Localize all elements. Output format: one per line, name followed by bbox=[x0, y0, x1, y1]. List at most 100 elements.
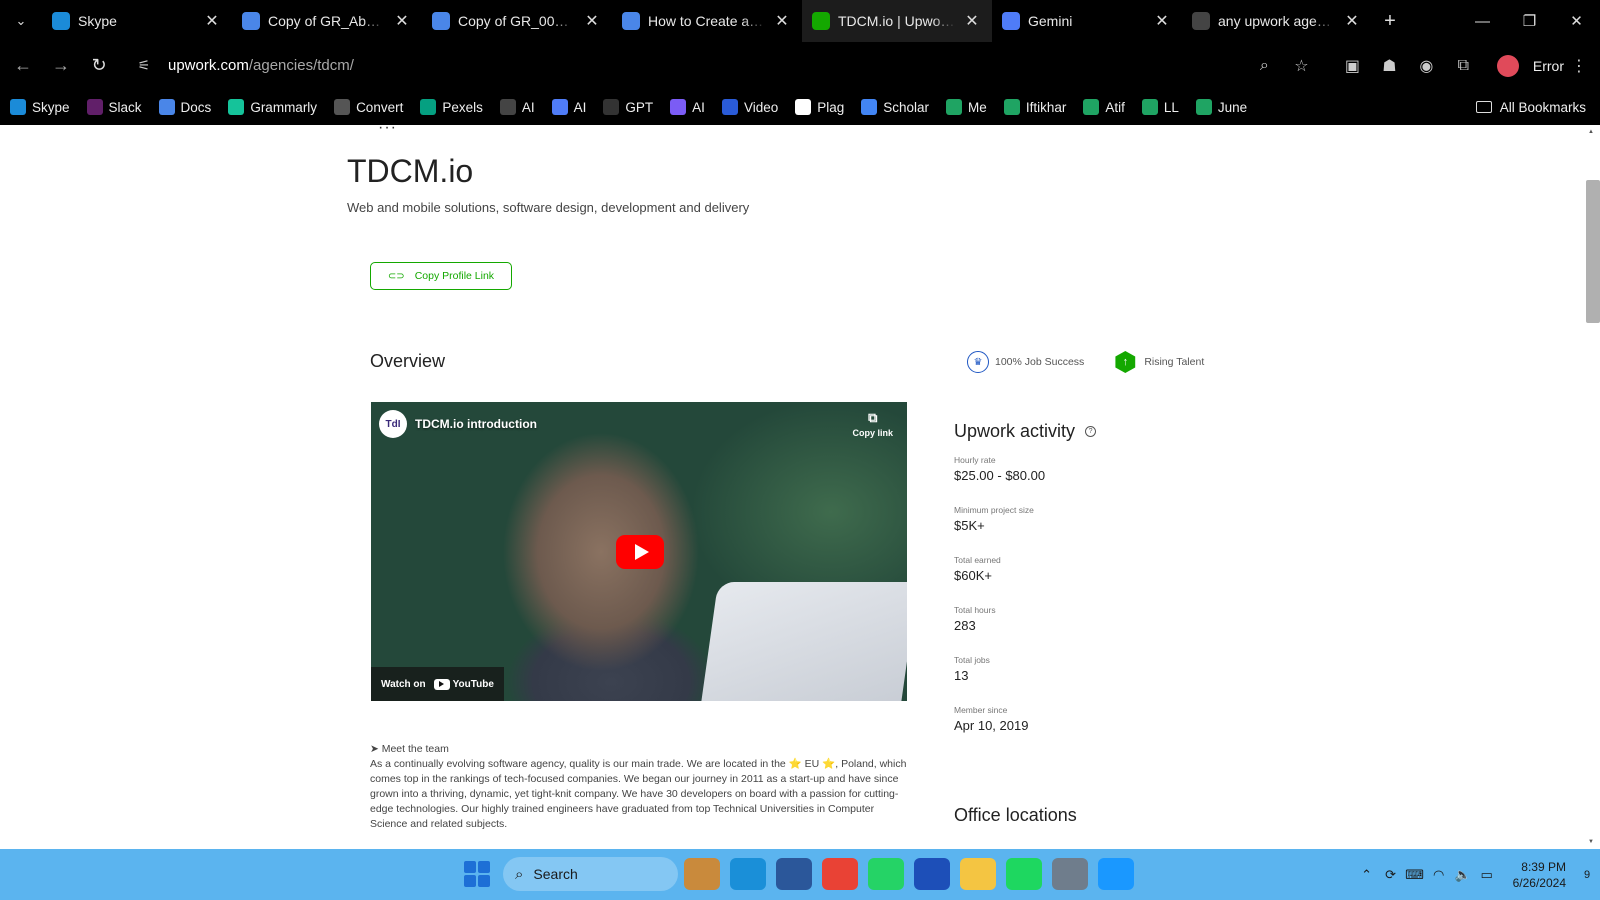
bookmark-item[interactable]: Convert bbox=[334, 99, 403, 115]
overview-heading: Overview bbox=[370, 351, 446, 371]
stat-label: Total earned bbox=[954, 555, 1001, 565]
chevron-up-icon[interactable]: ⌃ bbox=[1355, 867, 1379, 883]
tab-title: TDCM.io | Upwork Co bbox=[838, 13, 956, 29]
back-icon[interactable]: ← bbox=[4, 47, 42, 85]
bookmark-item[interactable]: AI bbox=[499, 99, 535, 115]
battery-icon[interactable]: ▭ bbox=[1475, 867, 1499, 883]
scrollbar-thumb[interactable] bbox=[1586, 180, 1600, 323]
play-button[interactable] bbox=[616, 535, 664, 569]
scroll-up-icon[interactable]: ▲ bbox=[1588, 129, 1594, 135]
spotify-app-icon[interactable] bbox=[1006, 858, 1042, 890]
zoom-icon[interactable]: ⌕ bbox=[1246, 47, 1283, 84]
bookmark-item[interactable]: Video bbox=[721, 99, 778, 115]
file-explorer-app-icon[interactable] bbox=[960, 858, 996, 890]
close-tab-icon[interactable]: ✕ bbox=[1152, 11, 1172, 31]
bookmark-label: AI bbox=[573, 99, 587, 115]
notification-count[interactable]: 9 bbox=[1574, 869, 1600, 881]
browser-tab[interactable]: any upwork agency p ✕ bbox=[1182, 0, 1372, 42]
file-explorer-widget-app-icon[interactable] bbox=[684, 858, 720, 890]
keyboard-icon[interactable]: ⌨ bbox=[1403, 867, 1427, 883]
bookmark-item[interactable]: Docs bbox=[158, 99, 212, 115]
browser-toolbar: ← → ↻ ⚟ upwork.com/agencies/tdcm/ ⌕ ☆ ▣ … bbox=[0, 42, 1600, 89]
browser-tab[interactable]: Skype ✕ bbox=[42, 0, 232, 42]
stat-label: Total hours bbox=[954, 605, 996, 615]
error-button[interactable]: Error bbox=[1533, 58, 1564, 74]
address-bar[interactable]: ⚟ upwork.com/agencies/tdcm/ bbox=[128, 48, 1208, 82]
tab-search-chevron-icon[interactable]: ⌄ bbox=[0, 0, 42, 42]
close-tab-icon[interactable]: ✕ bbox=[582, 11, 602, 31]
volume-icon[interactable]: 🔈 bbox=[1451, 867, 1475, 883]
wifi-icon[interactable]: ◠ bbox=[1427, 867, 1451, 883]
word-app-icon[interactable] bbox=[776, 858, 812, 890]
edge-app-icon[interactable] bbox=[730, 858, 766, 890]
site-info-icon[interactable]: ⚟ bbox=[128, 57, 160, 74]
bookmark-item[interactable]: Plag bbox=[795, 99, 844, 115]
bookmark-favicon-icon bbox=[1195, 99, 1212, 115]
close-window-icon[interactable]: ✕ bbox=[1553, 0, 1600, 42]
taskbar-search[interactable]: ⌕ Search bbox=[503, 857, 678, 891]
menu-kebab-icon[interactable]: ⋮ bbox=[1568, 47, 1590, 84]
extensions-puzzle-icon[interactable]: ⧉ bbox=[1445, 47, 1482, 84]
close-tab-icon[interactable]: ✕ bbox=[772, 11, 792, 31]
reload-icon[interactable]: ↻ bbox=[80, 47, 118, 85]
overview-description: ➤ Meet the team As a continually evolvin… bbox=[370, 742, 910, 832]
browser-tab[interactable]: TDCM.io | Upwork Co ✕ bbox=[802, 0, 992, 42]
extension-eyes-icon[interactable]: ◉ bbox=[1408, 47, 1445, 84]
new-tab-button[interactable]: + bbox=[1372, 0, 1408, 42]
bookmark-item[interactable]: Atif bbox=[1083, 99, 1125, 115]
extension-robot-icon[interactable]: ☗ bbox=[1371, 47, 1408, 84]
bookmark-item[interactable]: GPT bbox=[603, 99, 653, 115]
browser-tab[interactable]: Copy of GR_0002_Ho ✕ bbox=[422, 0, 612, 42]
bookmark-item[interactable]: Me bbox=[946, 99, 987, 115]
help-icon[interactable]: ? bbox=[1085, 426, 1097, 437]
intro-video-embed[interactable]: TdI TDCM.io introduction ⧉ Copy link Wat… bbox=[371, 402, 907, 701]
gemini-icon bbox=[1002, 12, 1020, 30]
chrome-app-icon[interactable] bbox=[822, 858, 858, 890]
channel-avatar[interactable]: TdI bbox=[379, 410, 407, 438]
watch-on-youtube-button[interactable]: Watch on YouTube bbox=[371, 667, 504, 701]
page-scrollbar[interactable]: ▲ ▼ bbox=[1584, 125, 1600, 849]
all-bookmarks-button[interactable]: All Bookmarks bbox=[1475, 89, 1586, 125]
forward-icon[interactable]: → bbox=[42, 47, 80, 85]
bookmark-item[interactable]: Grammarly bbox=[228, 99, 317, 115]
camera-app-icon[interactable] bbox=[1052, 858, 1088, 890]
bookmark-label: Docs bbox=[180, 99, 212, 115]
clock[interactable]: 8:39 PM 6/26/2024 bbox=[1513, 859, 1566, 891]
video-title[interactable]: TDCM.io introduction bbox=[415, 417, 537, 431]
bookmark-item[interactable]: AI bbox=[670, 99, 705, 115]
bookmark-item[interactable]: LL bbox=[1141, 99, 1179, 115]
bookmark-item[interactable]: Pexels bbox=[420, 99, 483, 115]
copy-profile-link-button[interactable]: ⊂⊃ Copy Profile Link bbox=[370, 262, 512, 290]
store-app-icon[interactable] bbox=[914, 858, 950, 890]
close-tab-icon[interactable]: ✕ bbox=[1342, 11, 1362, 31]
bookmark-favicon-icon bbox=[158, 99, 175, 115]
bookmark-item[interactable]: Slack bbox=[86, 99, 142, 115]
scroll-down-icon[interactable]: ▼ bbox=[1588, 839, 1594, 845]
close-tab-icon[interactable]: ✕ bbox=[392, 11, 412, 31]
minimize-icon[interactable]: — bbox=[1459, 0, 1506, 42]
tab-title: any upwork agency p bbox=[1218, 13, 1336, 29]
bookmark-star-icon[interactable]: ☆ bbox=[1283, 47, 1320, 84]
whatsapp-app-icon[interactable] bbox=[868, 858, 904, 890]
restore-icon[interactable]: ❐ bbox=[1506, 0, 1553, 42]
windows-start-icon[interactable] bbox=[464, 861, 490, 887]
prime-video-app-icon[interactable] bbox=[1098, 858, 1134, 890]
side-panel-icon[interactable]: ▣ bbox=[1334, 47, 1371, 84]
close-tab-icon[interactable]: ✕ bbox=[202, 11, 222, 31]
browser-tab[interactable]: How to Create an Ag ✕ bbox=[612, 0, 802, 42]
stat-value: 283 bbox=[954, 618, 976, 633]
video-copy-link-button[interactable]: ⧉ Copy link bbox=[852, 410, 893, 438]
bookmark-item[interactable]: AI bbox=[551, 99, 587, 115]
bookmark-item[interactable]: June bbox=[1195, 99, 1247, 115]
bookmark-item[interactable]: Skype bbox=[10, 99, 70, 115]
job-success-badge[interactable]: ♛ 100% Job Success bbox=[967, 351, 1084, 373]
activity-stat: Hourly rate $25.00 - $80.00 bbox=[954, 455, 1254, 483]
bookmark-item[interactable]: Iftikhar bbox=[1003, 99, 1066, 115]
bookmark-item[interactable]: Scholar bbox=[861, 99, 929, 115]
rising-talent-badge[interactable]: ↑ Rising Talent bbox=[1114, 351, 1204, 373]
browser-tab[interactable]: Gemini ✕ bbox=[992, 0, 1182, 42]
browser-tab[interactable]: Copy of GR_About Us ✕ bbox=[232, 0, 422, 42]
close-tab-icon[interactable]: ✕ bbox=[962, 11, 982, 31]
sync-icon[interactable]: ⟳ bbox=[1379, 867, 1403, 883]
profile-avatar[interactable] bbox=[1490, 47, 1527, 84]
